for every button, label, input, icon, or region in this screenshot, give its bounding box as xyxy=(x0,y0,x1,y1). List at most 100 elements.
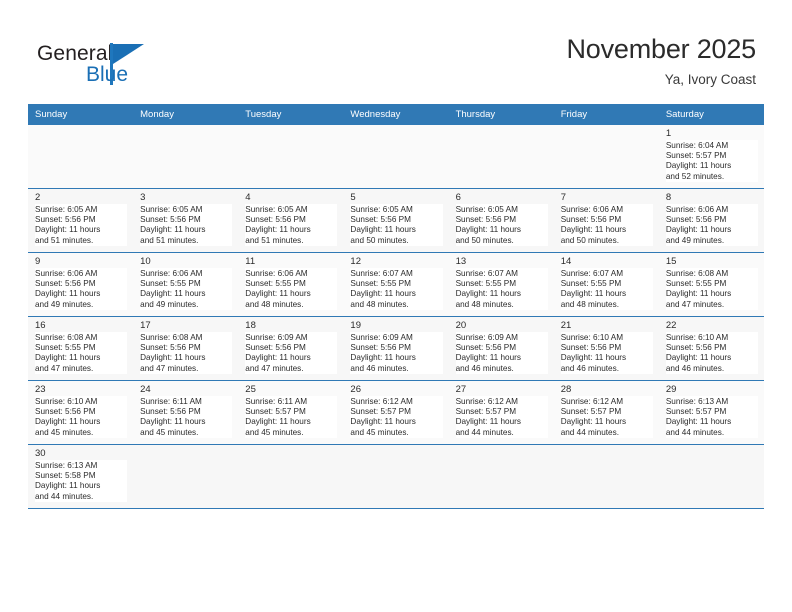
calendar-day-cell[interactable]: 22 Sunrise: 6:10 AM Sunset: 5:56 PM Dayligh… xyxy=(658,316,764,381)
calendar-day-cell-inner: 5 Sunrise: 6:05 AM Sunset: 5:56 PM Daylight… xyxy=(343,189,448,252)
day-daylight-cont-text: and 49 minutes. xyxy=(665,235,725,245)
day-number: 29 xyxy=(665,384,677,395)
day-sunset-text: Sunset: 5:56 PM xyxy=(665,215,727,225)
day-number: 20 xyxy=(455,320,467,331)
day-number: 7 xyxy=(560,192,566,203)
day-sunrise-text: Sunrise: 6:12 AM xyxy=(560,397,624,406)
day-sunset-text: Sunset: 5:56 PM xyxy=(245,343,306,353)
day-number: 24 xyxy=(140,384,151,395)
calendar-day-cell[interactable]: 2 Sunrise: 6:05 AM Sunset: 5:56 PM Daylight… xyxy=(28,188,134,253)
day-sunset-text: Sunset: 5:56 PM xyxy=(455,343,517,353)
day-sunset-text: Sunset: 5:56 PM xyxy=(665,343,727,353)
calendar-day-cell-inner xyxy=(554,125,659,188)
day-sunset-text: Sunset: 5:55 PM xyxy=(560,279,622,289)
weekday-header-saturday: Saturday xyxy=(658,104,764,125)
calendar-day-cell-inner: 15 Sunrise: 6:08 AM Sunset: 5:55 PM Dayligh… xyxy=(659,253,764,316)
calendar-day-cell[interactable]: 12 Sunrise: 6:07 AM Sunset: 5:55 PM Dayligh… xyxy=(343,252,449,317)
day-sunrise-text: Sunrise: 6:10 AM xyxy=(560,333,624,342)
calendar-day-cell[interactable]: 13 Sunrise: 6:07 AM Sunset: 5:55 PM Dayligh… xyxy=(448,252,554,317)
calendar-day-cell[interactable]: 8 Sunrise: 6:06 AM Sunset: 5:56 PM Daylight… xyxy=(658,188,764,253)
day-daylight-cont-text: and 44 minutes. xyxy=(560,427,619,437)
calendar-day-cell[interactable]: 26 Sunrise: 6:12 AM Sunset: 5:57 PM Dayligh… xyxy=(343,380,449,445)
calendar-day-cell[interactable]: 4 Sunrise: 6:05 AM Sunset: 5:56 PM Daylight… xyxy=(238,188,344,253)
calendar-day-cell-inner: 25 Sunrise: 6:11 AM Sunset: 5:57 PM Dayligh… xyxy=(238,381,343,444)
day-sunrise-text: Sunrise: 6:09 AM xyxy=(245,333,308,342)
calendar-day-cell[interactable]: 19 Sunrise: 6:09 AM Sunset: 5:56 PM Dayligh… xyxy=(343,316,449,381)
calendar-day-cell[interactable]: 7 Sunrise: 6:06 AM Sunset: 5:56 PM Daylight… xyxy=(553,188,659,253)
day-number: 9 xyxy=(35,256,41,267)
calendar-day-cell[interactable]: 5 Sunrise: 6:05 AM Sunset: 5:56 PM Daylight… xyxy=(343,188,449,253)
calendar-day-cell[interactable]: 15 Sunrise: 6:08 AM Sunset: 5:55 PM Dayligh… xyxy=(658,252,764,317)
calendar-day-cell-inner: 2 Sunrise: 6:05 AM Sunset: 5:56 PM Daylight… xyxy=(28,189,133,252)
day-daylight-cont-text: and 47 minutes. xyxy=(35,363,94,373)
day-daylight-cont-text: and 46 minutes. xyxy=(560,363,619,373)
day-sunset-text: Sunset: 5:56 PM xyxy=(560,343,622,353)
calendar-day-cell[interactable]: 11 Sunrise: 6:06 AM Sunset: 5:55 PM Dayligh… xyxy=(238,252,344,317)
day-sun-info: Sunrise: 6:05 AM Sunset: 5:56 PM Daylight:… xyxy=(455,204,548,246)
calendar-day-cell[interactable]: 3 Sunrise: 6:05 AM Sunset: 5:56 PM Daylight… xyxy=(133,188,239,253)
day-sunrise-text: Sunrise: 6:12 AM xyxy=(455,397,518,406)
calendar-body: 1 Sunrise: 6:04 AM Sunset: 5:57 PM Daylight… xyxy=(28,125,764,509)
day-daylight-text: Daylight: 11 hours xyxy=(35,353,101,363)
calendar-day-cell[interactable]: 28 Sunrise: 6:12 AM Sunset: 5:57 PM Dayligh… xyxy=(553,380,659,445)
calendar-day-cell[interactable]: 27 Sunrise: 6:12 AM Sunset: 5:57 PM Dayligh… xyxy=(448,380,554,445)
calendar-day-cell[interactable]: 14 Sunrise: 6:07 AM Sunset: 5:55 PM Dayligh… xyxy=(553,252,659,317)
calendar-day-cell[interactable]: 9 Sunrise: 6:06 AM Sunset: 5:56 PM Daylight… xyxy=(28,252,134,317)
calendar-day-cell[interactable]: 24 Sunrise: 6:11 AM Sunset: 5:56 PM Dayligh… xyxy=(133,380,239,445)
day-daylight-cont-text: and 52 minutes. xyxy=(665,171,725,181)
calendar-day-cell-inner: 27 Sunrise: 6:12 AM Sunset: 5:57 PM Dayligh… xyxy=(449,381,554,444)
calendar-day-cell-inner: 3 Sunrise: 6:05 AM Sunset: 5:56 PM Daylight… xyxy=(133,189,238,252)
calendar-week-row: 30 Sunrise: 6:13 AM Sunset: 5:58 PM Dayligh… xyxy=(28,444,764,509)
calendar-week-row: 23 Sunrise: 6:10 AM Sunset: 5:56 PM Dayligh… xyxy=(28,380,764,445)
day-sunrise-text: Sunrise: 6:06 AM xyxy=(35,269,98,278)
calendar-day-cell[interactable]: 30 Sunrise: 6:13 AM Sunset: 5:58 PM Dayligh… xyxy=(28,444,134,509)
calendar-day-cell[interactable]: 17 Sunrise: 6:08 AM Sunset: 5:56 PM Dayligh… xyxy=(133,316,239,381)
day-daylight-cont-text: and 44 minutes. xyxy=(455,427,514,437)
day-daylight-cont-text: and 50 minutes. xyxy=(455,235,514,245)
day-sun-info: Sunrise: 6:13 AM Sunset: 5:58 PM Daylight:… xyxy=(35,460,128,502)
day-sun-info: Sunrise: 6:09 AM Sunset: 5:56 PM Daylight:… xyxy=(455,332,548,374)
day-sunrise-text: Sunrise: 6:06 AM xyxy=(665,205,729,214)
day-number: 2 xyxy=(35,192,41,203)
calendar-day-cell[interactable]: 1 Sunrise: 6:04 AM Sunset: 5:57 PM Daylight… xyxy=(658,125,764,189)
day-daylight-text: Daylight: 11 hours xyxy=(245,225,311,235)
day-sunrise-text: Sunrise: 6:11 AM xyxy=(245,397,308,406)
calendar-day-cell[interactable]: 21 Sunrise: 6:10 AM Sunset: 5:56 PM Dayligh… xyxy=(553,316,659,381)
day-daylight-text: Daylight: 11 hours xyxy=(35,225,101,235)
day-sunset-text: Sunset: 5:56 PM xyxy=(35,279,96,289)
day-sunset-text: Sunset: 5:56 PM xyxy=(560,215,622,225)
day-number: 17 xyxy=(140,320,151,331)
day-number: 18 xyxy=(245,320,256,331)
general-blue-logo[interactable]: General Blue xyxy=(37,42,167,88)
day-sunrise-text: Sunrise: 6:07 AM xyxy=(350,269,413,278)
day-sunset-text: Sunset: 5:56 PM xyxy=(350,343,411,353)
month-calendar-table: Sunday Monday Tuesday Wednesday Thursday… xyxy=(28,104,764,509)
day-sunset-text: Sunset: 5:57 PM xyxy=(245,407,306,417)
day-daylight-cont-text: and 47 minutes. xyxy=(140,363,199,373)
day-sunrise-text: Sunrise: 6:09 AM xyxy=(350,333,413,342)
day-sun-info: Sunrise: 6:10 AM Sunset: 5:56 PM Daylight:… xyxy=(560,332,653,374)
calendar-day-cell[interactable]: 18 Sunrise: 6:09 AM Sunset: 5:56 PM Dayligh… xyxy=(238,316,344,381)
calendar-day-cell-inner: 6 Sunrise: 6:05 AM Sunset: 5:56 PM Daylight… xyxy=(449,189,554,252)
calendar-day-cell[interactable]: 16 Sunrise: 6:08 AM Sunset: 5:55 PM Dayligh… xyxy=(28,316,134,381)
day-sunset-text: Sunset: 5:55 PM xyxy=(665,279,727,289)
calendar-day-cell-empty xyxy=(133,125,239,189)
day-sun-info: Sunrise: 6:06 AM Sunset: 5:56 PM Daylight:… xyxy=(35,268,128,310)
calendar-day-cell[interactable]: 10 Sunrise: 6:06 AM Sunset: 5:55 PM Dayligh… xyxy=(133,252,239,317)
calendar-day-cell[interactable]: 6 Sunrise: 6:05 AM Sunset: 5:56 PM Daylight… xyxy=(448,188,554,253)
day-sunrise-text: Sunrise: 6:07 AM xyxy=(455,269,518,278)
calendar-day-cell[interactable]: 29 Sunrise: 6:13 AM Sunset: 5:57 PM Dayligh… xyxy=(658,380,764,445)
calendar-day-cell-inner: 16 Sunrise: 6:08 AM Sunset: 5:55 PM Dayligh… xyxy=(28,317,133,380)
day-sunrise-text: Sunrise: 6:06 AM xyxy=(140,269,203,278)
calendar-day-cell-inner: 14 Sunrise: 6:07 AM Sunset: 5:55 PM Dayligh… xyxy=(554,253,659,316)
day-sunset-text: Sunset: 5:55 PM xyxy=(455,279,517,289)
calendar-day-cell[interactable]: 23 Sunrise: 6:10 AM Sunset: 5:56 PM Dayligh… xyxy=(28,380,134,445)
day-number: 23 xyxy=(35,384,46,395)
calendar-day-cell[interactable]: 25 Sunrise: 6:11 AM Sunset: 5:57 PM Dayligh… xyxy=(238,380,344,445)
day-daylight-text: Daylight: 11 hours xyxy=(140,417,206,427)
day-daylight-cont-text: and 45 minutes. xyxy=(35,427,94,437)
calendar-day-cell-inner xyxy=(28,125,133,188)
day-sun-info: Sunrise: 6:06 AM Sunset: 5:56 PM Daylight:… xyxy=(665,204,758,246)
day-number: 1 xyxy=(665,128,672,139)
calendar-day-cell[interactable]: 20 Sunrise: 6:09 AM Sunset: 5:56 PM Dayligh… xyxy=(448,316,554,381)
